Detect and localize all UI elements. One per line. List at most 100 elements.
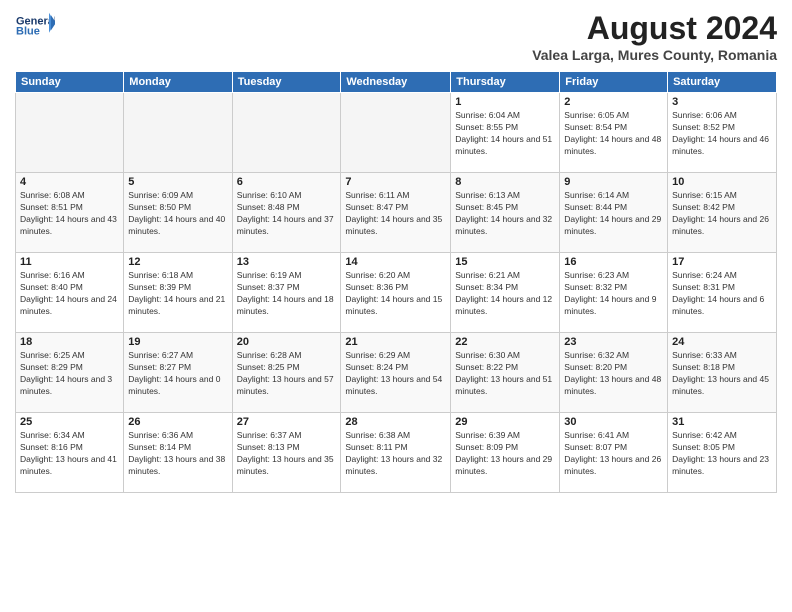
- title-area: August 2024 Valea Larga, Mures County, R…: [532, 10, 777, 63]
- calendar-cell: [232, 93, 341, 173]
- calendar-cell: 8Sunrise: 6:13 AMSunset: 8:45 PMDaylight…: [451, 173, 560, 253]
- header: General Blue August 2024 Valea Larga, Mu…: [15, 10, 777, 63]
- calendar-cell: 27Sunrise: 6:37 AMSunset: 8:13 PMDayligh…: [232, 413, 341, 493]
- calendar-cell: [16, 93, 124, 173]
- day-info: Sunrise: 6:38 AMSunset: 8:11 PMDaylight:…: [345, 430, 446, 478]
- weekday-header: Wednesday: [341, 72, 451, 93]
- day-info: Sunrise: 6:08 AMSunset: 8:51 PMDaylight:…: [20, 190, 119, 238]
- calendar-cell: 13 Sunrise: 6:19 AMSunset: 8:37 PMDayligh…: [232, 253, 341, 333]
- day-info: Sunrise: 6:19 AMSunset: 8:37 PMDaylight:…: [237, 270, 337, 318]
- calendar-cell: 7 Sunrise: 6:11 AMSunset: 8:47 PMDaylight…: [341, 173, 451, 253]
- calendar-cell: 1Sunrise: 6:04 AMSunset: 8:55 PMDaylight…: [451, 93, 560, 173]
- calendar-week-row: 1Sunrise: 6:04 AMSunset: 8:55 PMDaylight…: [16, 93, 777, 173]
- month-year-title: August 2024: [532, 10, 777, 47]
- calendar-cell: 11Sunrise: 6:16 AMSunset: 8:40 PMDayligh…: [16, 253, 124, 333]
- day-info: Sunrise: 6:14 AMSunset: 8:44 PMDaylight:…: [564, 190, 663, 238]
- calendar-cell: 22 Sunrise: 6:30 AMSunset: 8:22 PMDayligh…: [451, 333, 560, 413]
- calendar-cell: 19 Sunrise: 6:27 AMSunset: 8:27 PMDayligh…: [124, 333, 232, 413]
- day-number: 22: [455, 336, 555, 348]
- calendar-week-row: 11Sunrise: 6:16 AMSunset: 8:40 PMDayligh…: [16, 253, 777, 333]
- calendar-week-row: 18Sunrise: 6:25 AMSunset: 8:29 PMDayligh…: [16, 333, 777, 413]
- weekday-header: Saturday: [668, 72, 777, 93]
- calendar-cell: 15 Sunrise: 6:21 AMSunset: 8:34 PMDayligh…: [451, 253, 560, 333]
- calendar-cell: 20 Sunrise: 6:28 AMSunset: 8:25 PMDayligh…: [232, 333, 341, 413]
- calendar-cell: 30 Sunrise: 6:41 AMSunset: 8:07 PMDayligh…: [560, 413, 668, 493]
- day-info: Sunrise: 6:06 AMSunset: 8:52 PMDaylight:…: [672, 110, 772, 158]
- day-info: Sunrise: 6:15 AMSunset: 8:42 PMDaylight:…: [672, 190, 772, 238]
- day-number: 23: [564, 336, 663, 348]
- day-number: 15: [455, 256, 555, 268]
- calendar-cell: 2 Sunrise: 6:05 AMSunset: 8:54 PMDaylight…: [560, 93, 668, 173]
- day-info: Sunrise: 6:33 AMSunset: 8:18 PMDaylight:…: [672, 350, 772, 398]
- calendar-cell: 10 Sunrise: 6:15 AMSunset: 8:42 PMDayligh…: [668, 173, 777, 253]
- day-info: Sunrise: 6:18 AMSunset: 8:39 PMDaylight:…: [128, 270, 227, 318]
- day-number: 21: [345, 336, 446, 348]
- day-number: 29: [455, 416, 555, 428]
- day-info: Sunrise: 6:29 AMSunset: 8:24 PMDaylight:…: [345, 350, 446, 398]
- day-info: Sunrise: 6:34 AMSunset: 8:16 PMDaylight:…: [20, 430, 119, 478]
- day-number: 3: [672, 96, 772, 108]
- calendar-cell: 6 Sunrise: 6:10 AMSunset: 8:48 PMDaylight…: [232, 173, 341, 253]
- calendar-week-row: 4 Sunrise: 6:08 AMSunset: 8:51 PMDaylight…: [16, 173, 777, 253]
- day-info: Sunrise: 6:41 AMSunset: 8:07 PMDaylight:…: [564, 430, 663, 478]
- calendar-cell: 28 Sunrise: 6:38 AMSunset: 8:11 PMDayligh…: [341, 413, 451, 493]
- calendar-cell: 25 Sunrise: 6:34 AMSunset: 8:16 PMDayligh…: [16, 413, 124, 493]
- day-info: Sunrise: 6:09 AMSunset: 8:50 PMDaylight:…: [128, 190, 227, 238]
- day-info: Sunrise: 6:24 AMSunset: 8:31 PMDaylight:…: [672, 270, 772, 318]
- day-info: Sunrise: 6:05 AMSunset: 8:54 PMDaylight:…: [564, 110, 663, 158]
- calendar-cell: 24Sunrise: 6:33 AMSunset: 8:18 PMDayligh…: [668, 333, 777, 413]
- calendar-table: SundayMondayTuesdayWednesdayThursdayFrid…: [15, 71, 777, 493]
- day-info: Sunrise: 6:10 AMSunset: 8:48 PMDaylight:…: [237, 190, 337, 238]
- day-number: 18: [20, 336, 119, 348]
- day-info: Sunrise: 6:11 AMSunset: 8:47 PMDaylight:…: [345, 190, 446, 238]
- logo: General Blue: [15, 10, 55, 38]
- day-info: Sunrise: 6:32 AMSunset: 8:20 PMDaylight:…: [564, 350, 663, 398]
- calendar-cell: 9 Sunrise: 6:14 AMSunset: 8:44 PMDaylight…: [560, 173, 668, 253]
- day-number: 2: [564, 96, 663, 108]
- calendar-cell: 23 Sunrise: 6:32 AMSunset: 8:20 PMDayligh…: [560, 333, 668, 413]
- day-info: Sunrise: 6:04 AMSunset: 8:55 PMDaylight:…: [455, 110, 555, 158]
- day-info: Sunrise: 6:27 AMSunset: 8:27 PMDaylight:…: [128, 350, 227, 398]
- page: General Blue August 2024 Valea Larga, Mu…: [0, 0, 792, 612]
- day-info: Sunrise: 6:20 AMSunset: 8:36 PMDaylight:…: [345, 270, 446, 318]
- day-info: Sunrise: 6:13 AMSunset: 8:45 PMDaylight:…: [455, 190, 555, 238]
- weekday-header: Friday: [560, 72, 668, 93]
- calendar-cell: 14 Sunrise: 6:20 AMSunset: 8:36 PMDayligh…: [341, 253, 451, 333]
- day-info: Sunrise: 6:30 AMSunset: 8:22 PMDaylight:…: [455, 350, 555, 398]
- weekday-header: Monday: [124, 72, 232, 93]
- weekday-header: Tuesday: [232, 72, 341, 93]
- day-number: 20: [237, 336, 337, 348]
- day-number: 10: [672, 176, 772, 188]
- day-number: 13: [237, 256, 337, 268]
- day-info: Sunrise: 6:23 AMSunset: 8:32 PMDaylight:…: [564, 270, 663, 318]
- day-number: 25: [20, 416, 119, 428]
- weekday-header-row: SundayMondayTuesdayWednesdayThursdayFrid…: [16, 72, 777, 93]
- calendar-cell: 4 Sunrise: 6:08 AMSunset: 8:51 PMDaylight…: [16, 173, 124, 253]
- day-info: Sunrise: 6:39 AMSunset: 8:09 PMDaylight:…: [455, 430, 555, 478]
- calendar-cell: 16 Sunrise: 6:23 AMSunset: 8:32 PMDayligh…: [560, 253, 668, 333]
- day-number: 28: [345, 416, 446, 428]
- svg-text:Blue: Blue: [16, 25, 40, 37]
- calendar-cell: 31Sunrise: 6:42 AMSunset: 8:05 PMDayligh…: [668, 413, 777, 493]
- day-number: 6: [237, 176, 337, 188]
- day-info: Sunrise: 6:21 AMSunset: 8:34 PMDaylight:…: [455, 270, 555, 318]
- calendar-cell: [341, 93, 451, 173]
- day-number: 14: [345, 256, 446, 268]
- calendar-cell: 18Sunrise: 6:25 AMSunset: 8:29 PMDayligh…: [16, 333, 124, 413]
- day-number: 16: [564, 256, 663, 268]
- calendar-cell: 21 Sunrise: 6:29 AMSunset: 8:24 PMDayligh…: [341, 333, 451, 413]
- day-number: 12: [128, 256, 227, 268]
- day-number: 7: [345, 176, 446, 188]
- day-info: Sunrise: 6:16 AMSunset: 8:40 PMDaylight:…: [20, 270, 119, 318]
- day-number: 4: [20, 176, 119, 188]
- weekday-header: Thursday: [451, 72, 560, 93]
- day-info: Sunrise: 6:28 AMSunset: 8:25 PMDaylight:…: [237, 350, 337, 398]
- day-number: 9: [564, 176, 663, 188]
- weekday-header: Sunday: [16, 72, 124, 93]
- calendar-cell: 29 Sunrise: 6:39 AMSunset: 8:09 PMDayligh…: [451, 413, 560, 493]
- calendar-cell: 3 Sunrise: 6:06 AMSunset: 8:52 PMDaylight…: [668, 93, 777, 173]
- day-number: 30: [564, 416, 663, 428]
- day-number: 17: [672, 256, 772, 268]
- day-number: 19: [128, 336, 227, 348]
- logo-svg: General Blue: [15, 10, 55, 38]
